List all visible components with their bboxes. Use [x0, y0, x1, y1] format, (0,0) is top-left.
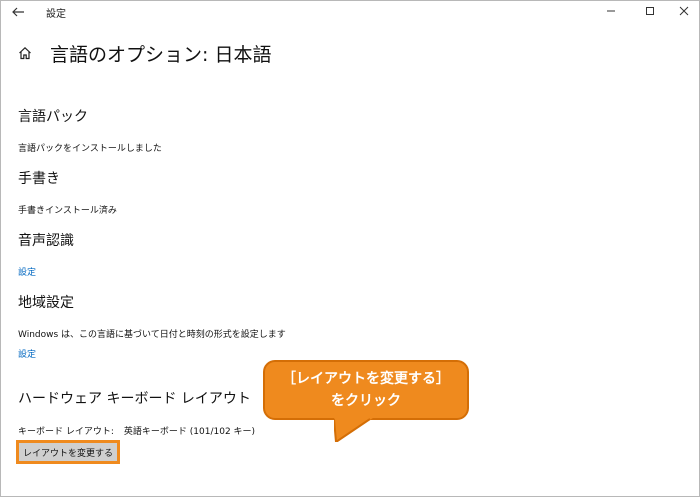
callout-annotation: ［レイアウトを変更する］ をクリック	[263, 360, 469, 420]
callout-tail	[334, 416, 376, 442]
handwriting-heading: 手書き	[18, 171, 60, 187]
callout-line1: ［レイアウトを変更する］	[282, 371, 450, 387]
close-icon[interactable]	[676, 4, 692, 18]
window-title: 設定	[46, 9, 66, 20]
keyboard-layout-row: キーボード レイアウト: 英語キーボード (101/102 キー)	[18, 424, 255, 437]
region-heading: 地域設定	[18, 295, 74, 311]
speech-heading: 音声認識	[18, 233, 74, 249]
keyboard-heading: ハードウェア キーボード レイアウト	[18, 391, 251, 407]
language-pack-heading: 言語パック	[18, 109, 88, 125]
callout-line2: をクリック	[331, 393, 401, 409]
region-settings-link[interactable]: 設定	[18, 347, 36, 360]
back-arrow-icon[interactable]	[10, 4, 26, 20]
region-description: Windows は、この言語に基づいて日付と時刻の形式を設定します	[18, 330, 286, 340]
language-pack-status: 言語パックをインストールしました	[18, 144, 162, 154]
title-bar: 設定	[0, 0, 698, 28]
speech-settings-link[interactable]: 設定	[18, 265, 36, 278]
home-icon[interactable]	[18, 46, 32, 60]
keyboard-layout-label: キーボード レイアウト:	[18, 427, 114, 437]
keyboard-layout-value: 英語キーボード (101/102 キー)	[123, 427, 256, 437]
change-layout-button[interactable]: レイアウトを変更する	[16, 440, 120, 464]
minimize-icon[interactable]	[603, 4, 619, 18]
page-title: 言語のオプション: 日本語	[50, 44, 272, 66]
maximize-icon[interactable]	[642, 4, 658, 18]
handwriting-status: 手書きインストール済み	[18, 206, 117, 216]
